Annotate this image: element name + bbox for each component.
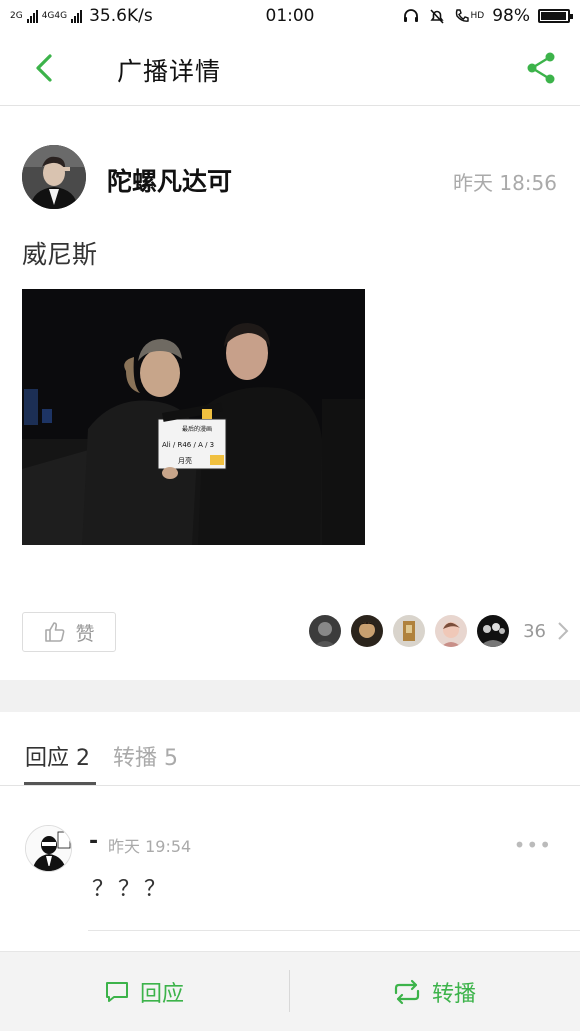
like-count: 36 [523, 620, 546, 642]
headset-icon [402, 7, 420, 25]
more-options-icon[interactable]: ••• [514, 833, 552, 857]
likers-row[interactable]: 36 [309, 615, 570, 647]
share-icon [527, 52, 555, 84]
divider [289, 970, 290, 1012]
comment-timestamp: 昨天 19:54 [108, 837, 192, 856]
status-icons: HD 98% [402, 6, 573, 26]
mute-bell-icon [428, 7, 446, 25]
liker-avatar[interactable] [393, 615, 426, 647]
reply-button[interactable]: 回应 [104, 952, 184, 1031]
battery-icon [538, 9, 573, 23]
liker-avatar[interactable] [351, 615, 384, 647]
comment-text: ？？？ [92, 877, 171, 902]
tab-active-indicator [24, 782, 96, 785]
repost-button[interactable]: 转播 [392, 952, 476, 1031]
commenter-name[interactable]: - [89, 829, 98, 854]
signal-icon [26, 9, 38, 23]
network-indicators: 2G 4G4G 35.6K/s [10, 6, 153, 26]
chevron-left-icon [36, 54, 52, 82]
hd-call-icon: HD [454, 8, 485, 24]
commenter-avatar[interactable] [25, 825, 72, 872]
repost-icon [394, 979, 420, 1005]
reply-label: 回应 [140, 982, 185, 1007]
thumbs-up-icon [45, 622, 65, 642]
comment-item: - 昨天 19:54 ••• ？？？ [0, 787, 580, 932]
clapper-line-2: Ali / R46 / A / 3 [162, 441, 214, 449]
liker-avatar[interactable] [477, 615, 510, 647]
like-button[interactable]: 赞 [22, 612, 116, 652]
author-avatar[interactable] [22, 145, 86, 209]
post-text: 威尼斯 [22, 240, 98, 269]
tab-bar: 回应 2 转播 5 [0, 712, 580, 786]
network-speed: 35.6K/s [89, 6, 153, 26]
divider [88, 930, 580, 931]
share-button[interactable] [524, 50, 558, 86]
post-photo[interactable]: 最后的漫画 Ali / R46 / A / 3 月亮 [22, 289, 365, 545]
chevron-right-icon [558, 622, 569, 640]
section-divider [0, 680, 580, 712]
hd-label: HD [470, 11, 485, 21]
post-timestamp: 昨天 18:56 [453, 171, 557, 195]
bottom-action-bar: 回应 转播 [0, 951, 580, 1031]
clapper-line-1: 最后的漫画 [182, 425, 212, 433]
battery-percent: 98% [492, 6, 530, 26]
author-name[interactable]: 陀螺凡达可 [107, 162, 232, 198]
tab-reposts[interactable]: 转播 5 [113, 740, 178, 772]
liker-avatar[interactable] [435, 615, 468, 647]
signal-icon [71, 9, 83, 23]
comment-bubble-icon [106, 982, 128, 1002]
tab-replies[interactable]: 回应 2 [25, 740, 90, 772]
network-2g-label: 2G [10, 10, 23, 21]
page-title: 广播详情 [117, 57, 222, 86]
network-4g-label: 4G4G [41, 10, 68, 21]
liker-avatar[interactable] [309, 615, 342, 647]
like-label: 赞 [75, 622, 95, 645]
repost-label: 转播 [432, 982, 477, 1007]
clapper-line-3: 月亮 [178, 456, 192, 465]
nav-bar: 广播详情 [0, 32, 580, 106]
status-bar: 2G 4G4G 35.6K/s 01:00 HD 98% [0, 0, 580, 32]
back-button[interactable] [30, 52, 58, 84]
